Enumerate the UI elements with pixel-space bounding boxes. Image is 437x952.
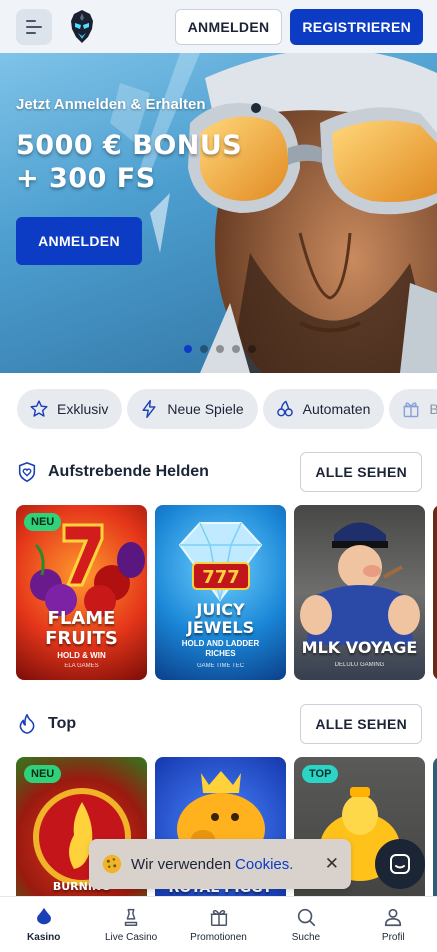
- flame-icon: [19, 714, 35, 734]
- hero-title-line2: + 300 FS: [16, 163, 156, 194]
- game-row-aufstrebende-helden: NEU FLAME FRUITS HOLD & WIN ELA GAMES 77…: [16, 505, 437, 680]
- gift-icon: [403, 402, 419, 418]
- heart-shield-icon: [18, 462, 36, 482]
- game-provider: DELULU GAMING: [334, 662, 385, 668]
- carousel-dot[interactable]: [232, 345, 240, 353]
- gift-icon: [210, 909, 227, 926]
- section-title: Top: [48, 715, 77, 732]
- chip-label: Neue Spiele: [167, 401, 244, 417]
- nav-kasino[interactable]: Kasino: [0, 897, 87, 952]
- menu-icon[interactable]: [16, 8, 52, 45]
- game-title: JUICY JEWELS: [155, 601, 286, 637]
- nav-label: Suche: [291, 932, 321, 943]
- game-card-juicy-jewels[interactable]: 777 JUICY JEWELS HOLD AND LADDER RICHES …: [155, 505, 286, 680]
- diamond-icon: [36, 907, 51, 925]
- nav-label: Profil: [381, 932, 405, 943]
- chip-automaten[interactable]: Automaten: [262, 389, 385, 429]
- see-all-button[interactable]: ALLE SEHEN: [300, 704, 422, 744]
- lightning-icon: [142, 399, 156, 419]
- chip-label: B: [429, 401, 437, 417]
- chess-icon: [124, 908, 138, 926]
- nav-promotionen[interactable]: Promotionen: [175, 897, 262, 952]
- game-title: FLAME FRUITS: [16, 609, 147, 649]
- bottom-navigation: Kasino Live Casino Promotionen Suche Pro…: [0, 896, 437, 952]
- hero-subtitle: Jetzt Anmelden & Erhalten: [16, 96, 206, 113]
- casino-home-page: ANMELDEN REGISTRIEREN Jetzt Anmelden & E…: [0, 0, 437, 952]
- game-card-flame-fruits[interactable]: NEU FLAME FRUITS HOLD & WIN ELA GAMES: [16, 505, 147, 680]
- game-card-mlk-voyage[interactable]: MLK VOYAGE DELULU GAMING: [294, 505, 425, 680]
- search-icon: [297, 908, 315, 927]
- top-badge: TOP: [302, 765, 339, 783]
- cherries-icon: [276, 400, 293, 417]
- user-icon: [385, 908, 402, 927]
- category-chips: Exklusiv Neue Spiele Automaten B: [0, 373, 437, 445]
- game-subtitle: HOLD AND LADDER RICHES: [181, 639, 260, 658]
- carousel-dot[interactable]: [184, 345, 192, 353]
- game-provider: GAME TIME TEC: [196, 663, 245, 669]
- game-title-line1: JUICY: [196, 600, 245, 619]
- chat-button[interactable]: [375, 839, 425, 889]
- chip-exklusiv[interactable]: Exklusiv: [17, 389, 123, 429]
- carousel-dot[interactable]: [248, 345, 256, 353]
- cookie-text: Wir verwenden: [131, 855, 232, 873]
- nav-label: Live Casino: [104, 932, 158, 943]
- login-button[interactable]: ANMELDEN: [174, 8, 283, 45]
- section-header-aufstrebende-helden: Aufstrebende Helden ALLE SEHEN: [16, 452, 422, 492]
- carousel-dot[interactable]: [200, 345, 208, 353]
- game-title-line2: FRUITS: [45, 628, 118, 649]
- star-icon: [30, 400, 48, 417]
- nav-label: Kasino: [27, 932, 61, 943]
- nav-live-casino[interactable]: Live Casino: [87, 897, 174, 952]
- hero-title: 5000 € BONUS + 300 FS: [16, 129, 242, 195]
- chat-icon: [390, 854, 410, 874]
- cookies-link[interactable]: Cookies.: [235, 856, 293, 873]
- cookie-icon: [102, 854, 122, 874]
- new-badge: NEU: [24, 765, 62, 783]
- hero-title-line1: 5000 € BONUS: [16, 130, 243, 161]
- chip-more[interactable]: B: [389, 389, 437, 429]
- chip-label: Automaten: [302, 401, 371, 417]
- nav-profil[interactable]: Profil: [350, 897, 437, 952]
- chip-neue-spiele[interactable]: Neue Spiele: [127, 389, 258, 429]
- game-provider: ELA GAMES: [64, 663, 99, 669]
- section-title: Aufstrebende Helden: [48, 463, 209, 480]
- nav-suche[interactable]: Suche: [262, 897, 349, 952]
- section-header-top: Top ALLE SEHEN: [16, 704, 422, 744]
- game-subtitle: HOLD & WIN: [57, 651, 106, 660]
- svg-text:777: 777: [202, 567, 240, 588]
- game-title-line1: FLAME: [47, 608, 116, 629]
- hero-login-button[interactable]: ANMELDEN: [16, 217, 142, 265]
- register-button[interactable]: REGISTRIEREN: [290, 8, 423, 45]
- chip-label: Exklusiv: [57, 401, 109, 417]
- logo[interactable]: [66, 9, 98, 45]
- cookie-banner: Wir verwenden Cookies. ✕: [89, 839, 351, 889]
- close-icon[interactable]: ✕: [325, 854, 339, 874]
- game-title: MLK VOYAGE: [301, 638, 418, 657]
- hero-banner[interactable]: Jetzt Anmelden & Erhalten 5000 € BONUS +…: [0, 53, 437, 373]
- carousel-dots: [184, 345, 256, 353]
- see-all-button[interactable]: ALLE SEHEN: [300, 452, 422, 492]
- carousel-dot[interactable]: [216, 345, 224, 353]
- top-header: ANMELDEN REGISTRIEREN: [0, 0, 437, 53]
- new-badge: NEU: [24, 513, 62, 531]
- game-card-partial[interactable]: [433, 505, 437, 680]
- game-title-line2: JEWELS: [186, 618, 255, 637]
- nav-label: Promotionen: [190, 932, 247, 943]
